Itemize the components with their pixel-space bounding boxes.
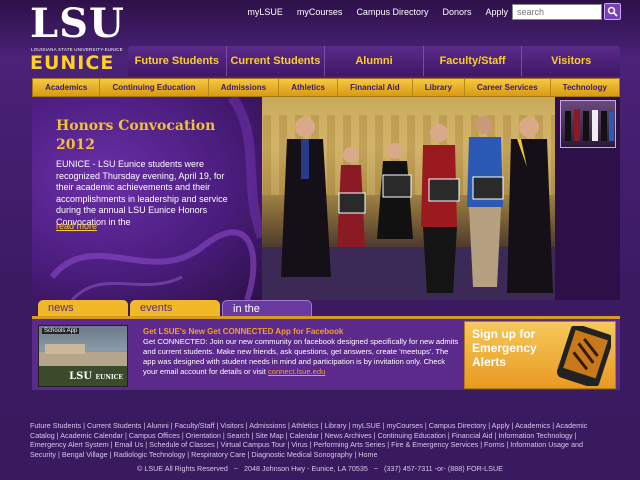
read-more-link[interactable]: read more (56, 221, 97, 231)
main-nav-alumni[interactable]: Alumni (324, 46, 423, 76)
sub-nav-technology[interactable]: Technology (549, 79, 619, 96)
lsue-logo[interactable]: LSU LOUISIANA STATE UNIVERSITY-EUNICE EU… (30, 3, 124, 74)
search-icon (607, 6, 618, 17)
hero-thumbnail[interactable] (560, 100, 616, 148)
utility-nav: myLSUE myCourses Campus Directory Donors… (233, 7, 508, 17)
sub-nav-continuing-education[interactable]: Continuing Education (99, 79, 207, 96)
footer-copyright: © LSUE All Rights Reserved ~ 2048 Johnso… (137, 464, 503, 473)
hero-title: Honors Convocation 2012 (56, 118, 216, 153)
thumbnail-graduates-illustration (565, 109, 614, 141)
hero-body: EUNICE - LSU Eunice students were recogn… (56, 159, 228, 227)
feature-title[interactable]: Get LSUE's New Get CONNECTED App for Fac… (143, 327, 343, 336)
connect-link[interactable]: connect.lsue.edu (268, 367, 325, 376)
sub-nav-career-services[interactable]: Career Services (463, 79, 550, 96)
utility-link-mylsue[interactable]: myLSUE (247, 7, 283, 17)
tab-in-the-spotlight[interactable]: in the spotlight (222, 300, 312, 332)
utility-link-apply[interactable]: Apply (485, 7, 508, 17)
sub-nav-athletics[interactable]: Athletics (278, 79, 337, 96)
honorees-illustration (281, 116, 553, 293)
sub-nav-library[interactable]: Library (411, 79, 464, 96)
logo-lsu-text: LSU (30, 0, 125, 47)
tab-news[interactable]: news (38, 300, 128, 317)
utility-link-campus-directory[interactable]: Campus Directory (356, 7, 428, 17)
hero-banner: Honors Convocation 2012 EUNICE - LSU Eun… (32, 97, 620, 300)
hero-photo[interactable] (247, 97, 555, 300)
tab-events[interactable]: events (130, 300, 220, 317)
main-nav-visitors[interactable]: Visitors (521, 46, 620, 76)
hero-text-panel: Honors Convocation 2012 EUNICE - LSU Eun… (32, 97, 262, 300)
sub-nav-academics[interactable]: Academics (33, 79, 99, 96)
schools-app-image[interactable]: Schools App LSU EUNICE (38, 325, 128, 387)
sub-nav-admissions[interactable]: Admissions (207, 79, 278, 96)
main-nav-future-students[interactable]: Future Students (128, 46, 226, 76)
emergency-alerts-text: Sign up for Emergency Alerts (472, 327, 537, 369)
logo-eunice-text: EUNICE (30, 52, 115, 74)
sub-nav-financial-aid[interactable]: Financial Aid (337, 79, 412, 96)
spotlight-panel: Schools App LSU EUNICE Get LSUE's New Ge… (32, 316, 620, 390)
schools-app-logo: LSU EUNICE (69, 371, 123, 382)
content-tabs: news events in the spotlight (38, 300, 312, 332)
feature-body: Get CONNECTED: Join our new community on… (143, 337, 459, 376)
sub-nav: Academics Continuing Education Admission… (32, 78, 620, 97)
emergency-alerts-banner[interactable]: Sign up for Emergency Alerts (464, 321, 616, 389)
utility-link-donors[interactable]: Donors (442, 7, 471, 17)
main-nav-faculty-staff[interactable]: Faculty/Staff (422, 46, 522, 76)
main-nav: Future Students Current Students Alumni … (128, 46, 620, 76)
smartphone-tiger-icon (557, 326, 611, 386)
utility-link-mycourses[interactable]: myCourses (297, 7, 343, 17)
footer-links[interactable]: Future Students | Current Students | Alu… (30, 421, 610, 459)
main-nav-current-students[interactable]: Current Students (225, 46, 325, 76)
search-button[interactable] (604, 3, 621, 20)
search-input[interactable] (512, 4, 602, 20)
